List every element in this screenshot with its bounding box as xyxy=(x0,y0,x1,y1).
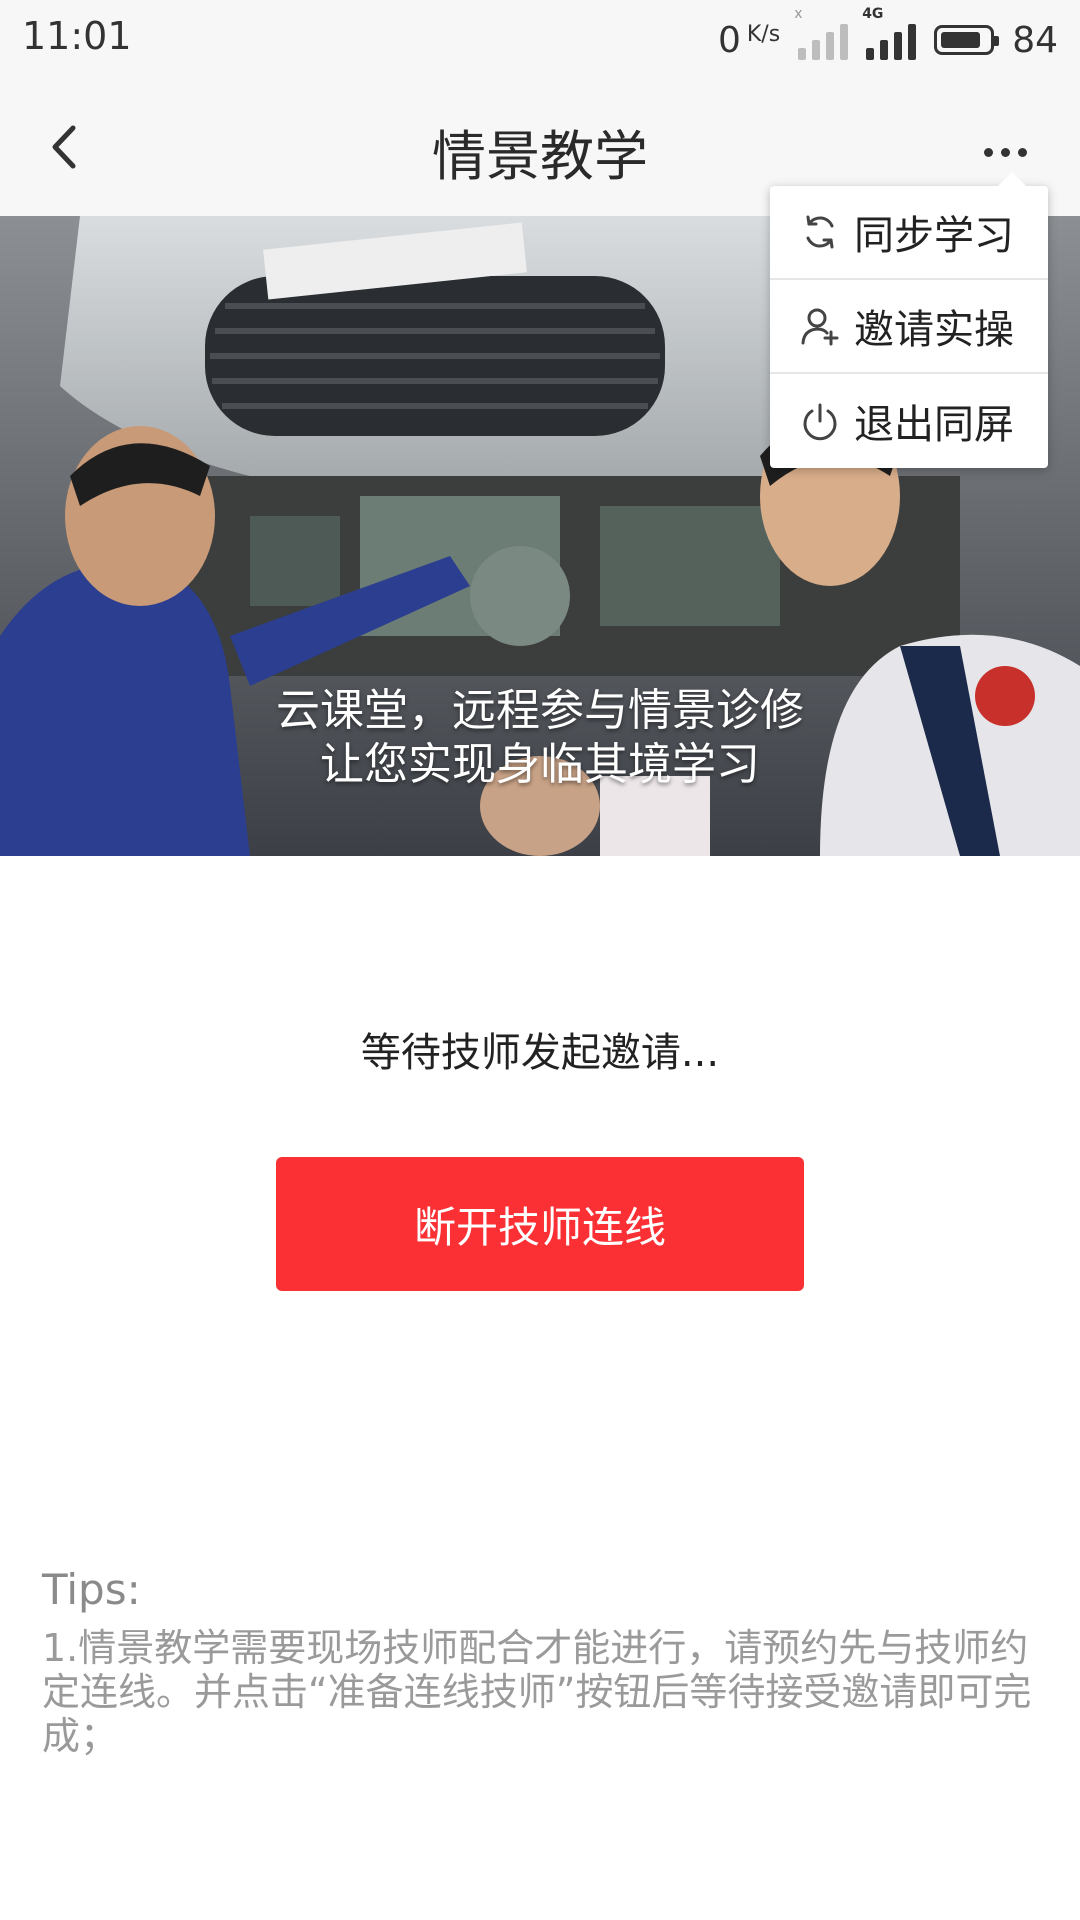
page-title: 情景教学 xyxy=(432,125,648,188)
menu-item-label: 退出同屏 xyxy=(854,402,1014,448)
hero-caption-line1: 云课堂，远程参与情景诊修 xyxy=(276,685,804,736)
more-menu: 同步学习 邀请实操 退出同屏 xyxy=(770,186,1048,468)
waiting-status-text: 等待技师发起邀请... xyxy=(360,1030,720,1076)
network-speed-unit: K/s xyxy=(746,21,781,47)
status-time: 11:01 xyxy=(22,14,132,58)
sim2-tag: 4G xyxy=(862,6,884,22)
more-horizontal-icon xyxy=(983,147,993,157)
sim1-tag: x xyxy=(794,6,803,22)
tips-section: Tips: 1.情景教学需要现场技师配合才能进行，请预约先与技师约定连线。并点击… xyxy=(42,1565,1042,1758)
network-speed-value: 0 xyxy=(717,19,741,61)
sync-icon xyxy=(798,210,842,254)
sim2-signal-icon: 4G xyxy=(862,6,917,60)
battery-icon xyxy=(934,25,1000,55)
tips-body: 1.情景教学需要现场技师配合才能进行，请预约先与技师约定连线。并点击“准备连线技… xyxy=(42,1626,1032,1758)
menu-item-invite-practice[interactable]: 邀请实操 xyxy=(770,280,1048,374)
battery-percent: 84 xyxy=(1012,19,1058,61)
add-user-icon xyxy=(798,304,842,348)
menu-item-sync-learning[interactable]: 同步学习 xyxy=(770,186,1048,280)
network-speed: 0 K/s xyxy=(718,20,780,61)
status-bar: 11:01 0 K/s x 4G 84 xyxy=(0,0,1080,78)
menu-item-label: 同步学习 xyxy=(854,213,1014,259)
menu-item-label: 邀请实操 xyxy=(854,307,1014,353)
menu-caret xyxy=(998,172,1026,186)
menu-item-exit-screen-share[interactable]: 退出同屏 xyxy=(770,374,1048,468)
hero-caption: 云课堂，远程参与情景诊修 让您实现身临其境学习 xyxy=(0,684,1080,792)
sim1-signal-icon: x xyxy=(794,6,849,60)
hero-caption-line2: 让您实现身临其境学习 xyxy=(320,739,760,790)
battery-level-fill xyxy=(941,32,980,48)
disconnect-technician-button[interactable]: 断开技师连线 xyxy=(276,1157,804,1291)
status-indicators: 0 K/s x 4G 84 xyxy=(718,6,1058,70)
power-icon xyxy=(798,399,842,443)
tips-title: Tips: xyxy=(42,1565,141,1614)
